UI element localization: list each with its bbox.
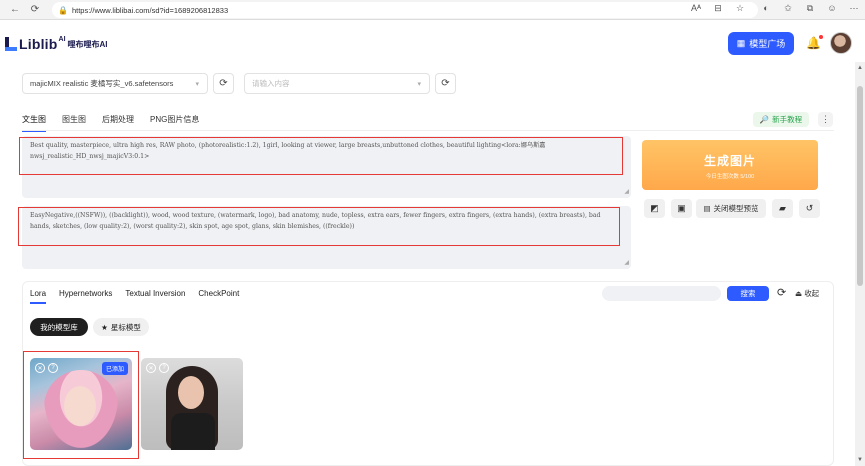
liblib-logo[interactable]: Liblib AI 哩布哩布AI (5, 36, 108, 52)
tab-checkpoint[interactable]: CheckPoint (198, 289, 239, 304)
negative-prompt-input[interactable]: EasyNegative,((NSFW)), ((backlight)), wo… (22, 206, 631, 269)
logo-cn: 哩布哩布AI (67, 39, 108, 49)
negative-prompt-text: EasyNegative,((NSFW)), ((backlight)), wo… (30, 212, 601, 230)
guide-icon: 🔎 (759, 115, 770, 124)
close-icon[interactable]: ✕ (35, 363, 45, 373)
search-button[interactable]: 搜索 (727, 286, 769, 301)
tab-lora[interactable]: Lora (30, 289, 47, 304)
favorites-icon[interactable]: ✩ (780, 3, 796, 14)
logo-ai: AI (58, 35, 66, 43)
positive-prompt-input[interactable]: Best quality, masterpiece, ultra high re… (22, 136, 631, 198)
collapse-label: 收起 (804, 289, 820, 298)
notification-bell-icon[interactable]: 🔔 (806, 35, 823, 50)
info-icon[interactable]: ? (159, 363, 169, 373)
browser-toolbar: ← ⟳ 🔒 https://www.liblibai.com/sd?id=168… (0, 0, 865, 20)
tab-hypernetworks[interactable]: Hypernetworks (59, 289, 112, 304)
logo-mark-icon (5, 37, 17, 51)
refresh-vae-button[interactable]: ⟳ (435, 73, 456, 94)
star-icon: ★ (101, 322, 108, 332)
scrollbar-thumb[interactable] (857, 86, 863, 286)
undo-icon: ↺ (805, 203, 814, 213)
added-badge: 已添加 (101, 362, 128, 375)
guide-label: 新手教程 (772, 115, 803, 124)
chevron-down-icon: ▾ (417, 80, 421, 88)
url-text: https://www.liblibai.com/sd?id=168920681… (71, 5, 229, 15)
checkpoint-select[interactable]: majicMIX realistic 麦橘写实_v6.safetensors ▾ (22, 73, 208, 94)
site-header: Liblib AI 哩布哩布AI ▦ 模型广场 🔔 (0, 20, 865, 70)
page-scrollbar[interactable]: ▲ ▼ (855, 62, 865, 466)
collapse-button[interactable]: ⏏ 收起 (795, 288, 819, 299)
positive-prompt-text: Best quality, masterpiece, ultra high re… (30, 142, 546, 160)
profile-icon[interactable]: ☺ (824, 3, 840, 14)
vae-placeholder: 请输入内容 (252, 79, 290, 88)
user-avatar[interactable] (830, 32, 852, 54)
generate-image-button[interactable]: 生成图片 今日生图次数 5/100 (642, 140, 818, 190)
layout-icon: ▤ (703, 204, 711, 213)
logo-text: Liblib (19, 36, 58, 52)
notification-dot (818, 35, 823, 39)
scroll-up-icon[interactable]: ▲ (857, 65, 863, 71)
collapse-icon: ⏏ (795, 289, 803, 298)
starred-label: 星标模型 (110, 322, 141, 332)
refresh-checkpoint-button[interactable]: ⟳ (213, 73, 234, 94)
palette-icon: ◩ (650, 203, 659, 213)
lock-icon: 🔒 (58, 5, 68, 15)
resize-handle-icon[interactable]: ◢ (624, 258, 629, 269)
style-button[interactable]: ◩ (644, 199, 665, 218)
lora-model-card[interactable]: ✕ ? (141, 358, 243, 450)
my-models-label: 我的模型库 (40, 322, 78, 332)
reset-button[interactable]: ↺ (799, 199, 820, 218)
model-market-button[interactable]: ▦ 模型广场 (728, 32, 794, 55)
close-icon[interactable]: ✕ (146, 363, 156, 373)
chevron-down-icon: ▾ (195, 80, 199, 88)
clear-button[interactable]: ▣ (671, 199, 692, 218)
scroll-down-icon[interactable]: ▼ (857, 457, 863, 463)
extension-icon[interactable]: ◐ (758, 3, 774, 14)
checkpoint-value: majicMIX realistic 麦橘写实_v6.safetensors (30, 79, 174, 88)
info-icon[interactable]: ? (48, 363, 58, 373)
more-menu-icon[interactable]: ⋯ (846, 3, 862, 14)
network-tabs: Lora Hypernetworks Textual Inversion Che… (30, 289, 252, 304)
read-aloud-icon[interactable]: Aᴬ (688, 3, 704, 14)
refresh-models-icon[interactable]: ⟳ (777, 286, 786, 299)
tab-textual-inversion[interactable]: Textual Inversion (125, 289, 185, 304)
model-market-label: 模型广场 (749, 39, 786, 49)
split-screen-icon[interactable]: ⊟ (710, 3, 726, 14)
model-search-input[interactable] (602, 286, 721, 301)
more-vertical-icon: ⋮ (821, 114, 830, 124)
favorite-star-icon[interactable]: ☆ (732, 3, 748, 14)
trash-icon: ▣ (677, 203, 686, 213)
generate-quota: 今日生图次数 5/100 (705, 174, 755, 180)
vae-select[interactable]: 请输入内容 ▾ (244, 73, 430, 94)
resize-handle-icon[interactable]: ◢ (624, 187, 629, 198)
grid-icon: ▦ (736, 38, 746, 48)
toggle-model-preview-button[interactable]: ▤ 关闭模型预览 (696, 199, 766, 218)
my-models-filter[interactable]: 我的模型库 (30, 318, 88, 336)
starred-models-filter[interactable]: ★ 星标模型 (93, 318, 149, 336)
reload-icon[interactable]: ⟳ (26, 4, 44, 15)
tab-divider (22, 130, 834, 131)
generate-label: 生成图片 (703, 154, 756, 168)
toggle-preview-label: 关闭模型预览 (713, 204, 759, 213)
save-style-button[interactable]: ▰ (772, 199, 793, 218)
save-icon: ▰ (779, 203, 786, 213)
refresh-icon: ⟳ (219, 78, 228, 89)
lora-model-card[interactable]: ✕ ? 已添加 (30, 358, 132, 450)
more-options-button[interactable]: ⋮ (818, 112, 833, 127)
collections-icon[interactable]: ⧉ (802, 3, 818, 14)
back-icon[interactable]: ← (6, 4, 24, 15)
refresh-icon: ⟳ (441, 78, 450, 89)
address-bar[interactable]: 🔒 https://www.liblibai.com/sd?id=1689206… (52, 2, 758, 18)
beginner-guide-button[interactable]: 🔎 新手教程 (753, 112, 809, 127)
